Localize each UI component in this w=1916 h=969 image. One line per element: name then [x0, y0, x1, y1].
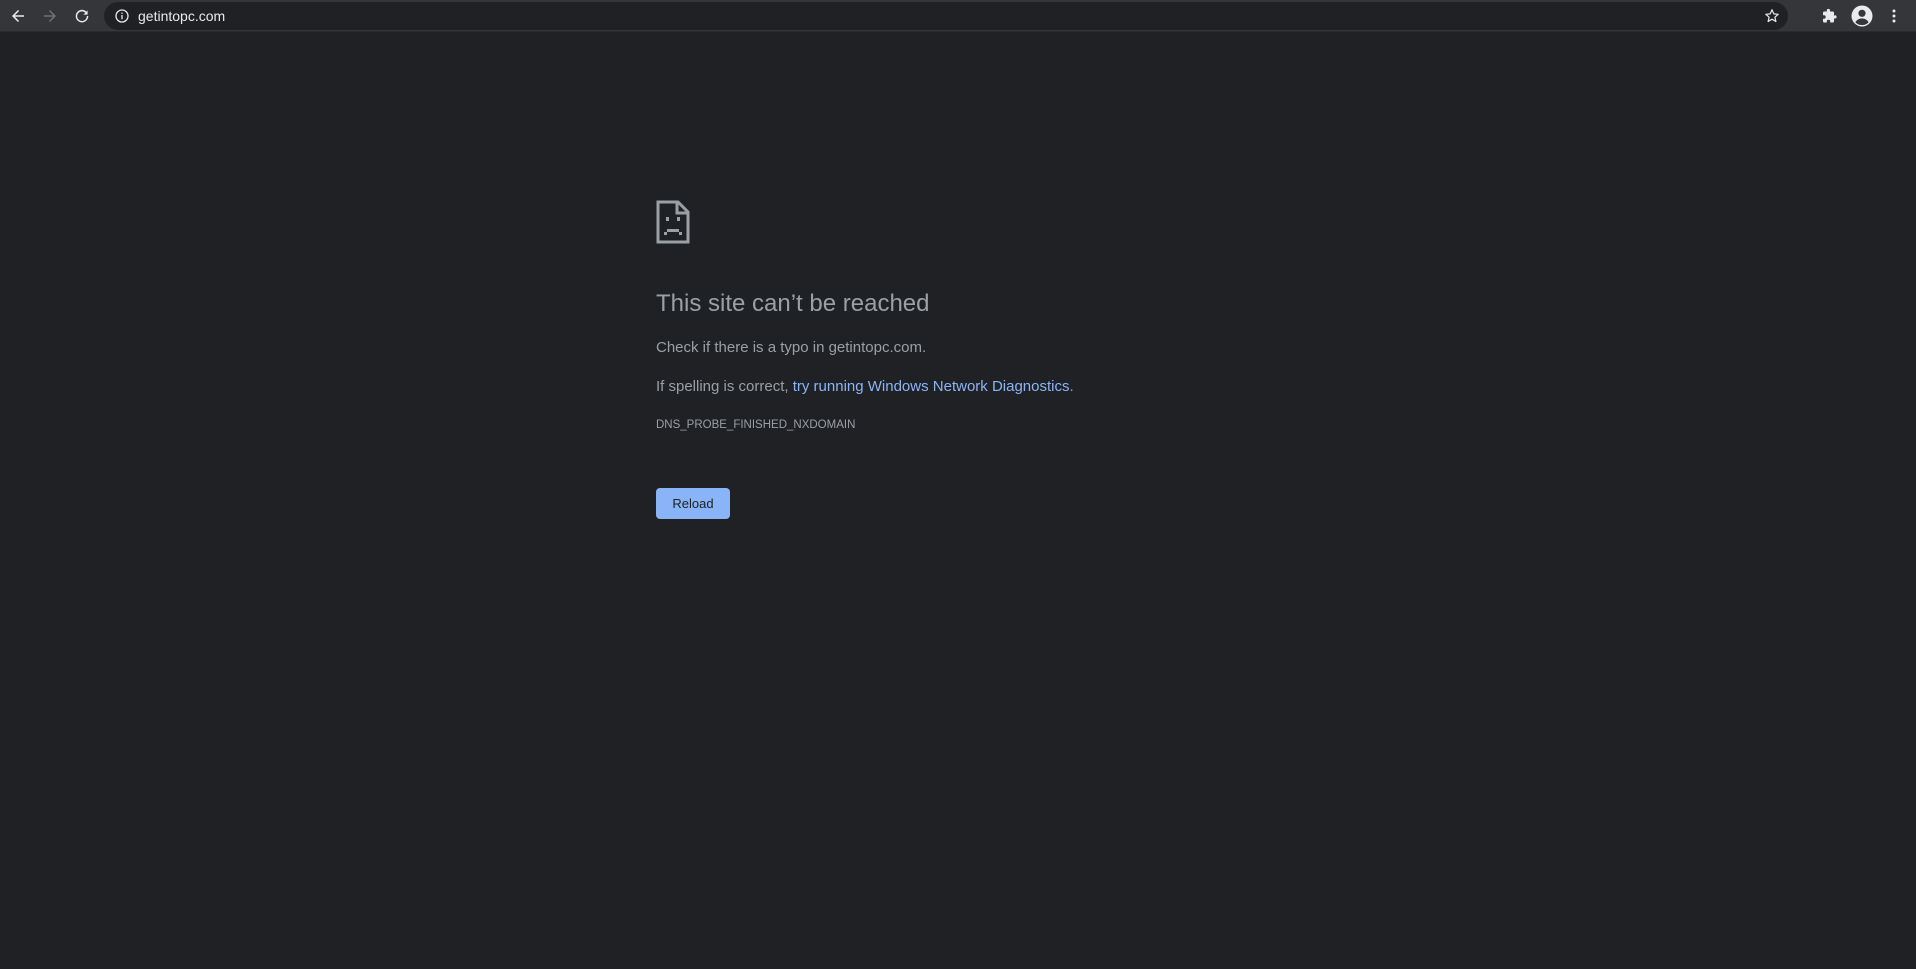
- error-title: This site can’t be reached: [656, 290, 930, 317]
- network-diagnostics-link[interactable]: try running Windows Network Diagnostics: [793, 378, 1070, 395]
- profile-button[interactable]: [1846, 0, 1878, 32]
- arrow-left-icon: [10, 8, 26, 24]
- typo-hint-text: Check if there is a typo in getintopc.co…: [656, 339, 927, 356]
- arrow-right-icon: [42, 8, 58, 24]
- extensions-button[interactable]: [1814, 0, 1846, 32]
- diagnostics-hint: If spelling is correct, try running Wind…: [656, 378, 1074, 395]
- kebab-menu-icon: [1886, 8, 1902, 24]
- reload-page-button[interactable]: [66, 0, 98, 32]
- reload-icon: [74, 8, 90, 24]
- address-bar[interactable]: getintopc.com: [104, 2, 1788, 30]
- account-circle-icon: [1851, 5, 1873, 27]
- puzzle-icon: [1822, 8, 1838, 24]
- star-icon[interactable]: [1762, 6, 1782, 26]
- browser-menu-button[interactable]: [1878, 0, 1910, 32]
- error-code: DNS_PROBE_FINISHED_NXDOMAIN: [656, 419, 856, 431]
- reload-button[interactable]: Reload: [656, 488, 730, 519]
- diagnostics-hint-suffix: .: [1069, 378, 1074, 395]
- back-button[interactable]: [2, 0, 34, 32]
- sad-document-icon: [656, 200, 690, 244]
- diagnostics-hint-prefix: If spelling is correct,: [656, 378, 793, 395]
- forward-button[interactable]: [34, 0, 66, 32]
- info-icon[interactable]: [112, 6, 132, 26]
- browser-toolbar: getintopc.com: [0, 0, 1916, 32]
- url-text[interactable]: getintopc.com: [138, 2, 225, 30]
